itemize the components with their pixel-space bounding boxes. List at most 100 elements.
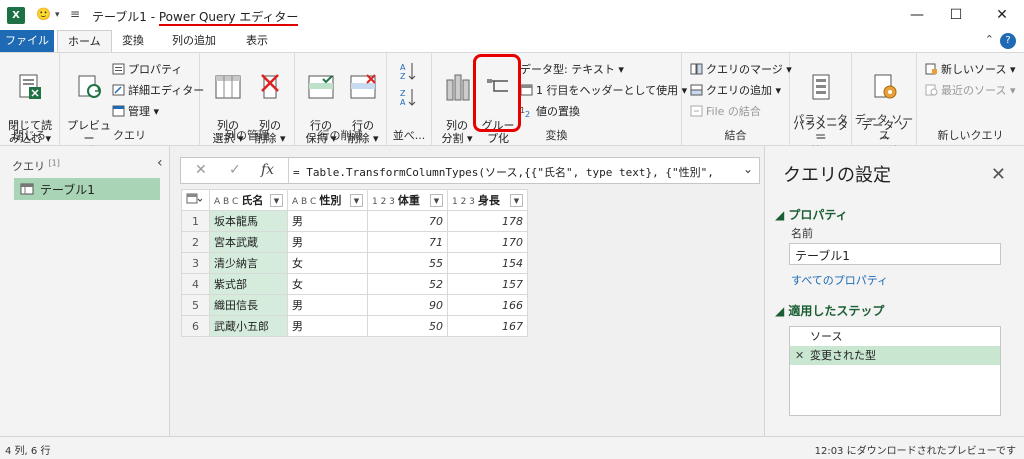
combine-files-button[interactable]: File の結合 bbox=[690, 103, 761, 119]
column-header-height[interactable]: 1 2 3 身長 ▼ bbox=[447, 189, 528, 211]
query-name-input[interactable]: テーブル1 bbox=[789, 243, 1001, 265]
cell-sex[interactable]: 女 bbox=[287, 273, 368, 295]
text-type-icon[interactable]: A B C bbox=[292, 197, 316, 207]
row-number: 2 bbox=[181, 231, 210, 253]
cell-weight[interactable]: 50 bbox=[367, 315, 448, 337]
cell-sex[interactable]: 男 bbox=[287, 315, 368, 337]
smiley-icon[interactable]: 🙂 bbox=[36, 7, 51, 21]
close-button[interactable]: ✕ bbox=[992, 5, 1012, 25]
query-item-table1[interactable]: テーブル1 bbox=[14, 178, 160, 200]
data-source-settings-button[interactable]: データ ソー ス設定 bbox=[856, 59, 914, 158]
number-type-icon[interactable]: 1 2 3 bbox=[452, 197, 475, 207]
properties-section-header[interactable]: ◢ プロパティ bbox=[775, 206, 848, 223]
recent-sources-label: 最近のソース ▾ bbox=[941, 84, 1016, 97]
cell-sex[interactable]: 男 bbox=[287, 231, 368, 253]
cell-name[interactable]: 宮本武蔵 bbox=[209, 231, 288, 253]
excel-icon[interactable]: X bbox=[7, 7, 25, 24]
qat-customize-icon[interactable]: ≡ bbox=[70, 7, 80, 21]
cell-height[interactable]: 178 bbox=[447, 210, 528, 232]
formula-separator bbox=[288, 158, 289, 183]
queries-header: クエリ [1] bbox=[12, 158, 60, 174]
number-type-icon[interactable]: 1 2 3 bbox=[372, 197, 395, 207]
cell-name[interactable]: 清少納言 bbox=[209, 252, 288, 274]
advanced-editor-button[interactable]: 詳細エディター bbox=[112, 82, 204, 98]
column-header-name[interactable]: A B C 氏名 ▼ bbox=[209, 189, 288, 211]
step-source[interactable]: ソース bbox=[790, 327, 1000, 346]
applied-steps-header[interactable]: ◢ 適用したステップ bbox=[775, 302, 884, 319]
properties-label: プロパティ bbox=[128, 63, 183, 76]
recent-sources-button[interactable]: 最近のソース ▾ bbox=[925, 82, 1015, 98]
cell-sex[interactable]: 女 bbox=[287, 252, 368, 274]
filter-dropdown-icon[interactable]: ▼ bbox=[510, 194, 523, 207]
cell-height[interactable]: 166 bbox=[447, 294, 528, 316]
merge-queries-button[interactable]: クエリのマージ ▾ bbox=[690, 61, 792, 77]
formula-text[interactable]: = Table.TransformColumnTypes(ソース,{{"氏名",… bbox=[293, 164, 714, 180]
expand-formula-icon[interactable]: ⌄ bbox=[743, 162, 753, 176]
close-settings-icon[interactable]: ✕ bbox=[991, 164, 1006, 185]
refresh-preview-button[interactable]: プレビュー の更新 ▾ bbox=[64, 59, 114, 158]
sort-desc-icon: ZA bbox=[400, 89, 416, 107]
cell-height[interactable]: 157 bbox=[447, 273, 528, 295]
cell-height[interactable]: 170 bbox=[447, 231, 528, 253]
group-data-source: データ ソー ス設定 データ ソース bbox=[852, 53, 917, 158]
cell-weight[interactable]: 52 bbox=[367, 273, 448, 295]
filter-dropdown-icon[interactable]: ▼ bbox=[270, 194, 283, 207]
svg-text:Z: Z bbox=[400, 89, 406, 98]
manage-button[interactable]: 管理 ▾ bbox=[112, 103, 159, 119]
all-properties-link[interactable]: すべてのプロパティ bbox=[791, 272, 888, 288]
manage-parameters-button[interactable]: パラメーター の管理 ▾ bbox=[792, 59, 850, 158]
new-source-icon bbox=[925, 63, 937, 75]
parameters-icon bbox=[806, 72, 836, 102]
collapse-ribbon-icon[interactable]: ⌃ bbox=[985, 33, 994, 46]
cell-name[interactable]: 武蔵小五郎 bbox=[209, 315, 288, 337]
keep-rows-icon bbox=[306, 72, 336, 102]
help-icon[interactable]: ? bbox=[1000, 33, 1016, 49]
table-menu-icon[interactable] bbox=[181, 189, 210, 211]
tab-file[interactable]: ファイル bbox=[0, 30, 54, 52]
column-header-sex[interactable]: A B C 性別 ▼ bbox=[287, 189, 368, 211]
confirm-icon[interactable]: ✓ bbox=[229, 162, 241, 178]
replace-values-button[interactable]: 12 値の置換 bbox=[520, 103, 580, 119]
cell-height[interactable]: 167 bbox=[447, 315, 528, 337]
use-first-row-as-headers-button[interactable]: 1 行目をヘッダーとして使用 ▾ bbox=[520, 82, 687, 98]
manage-label: 管理 ▾ bbox=[128, 105, 160, 118]
tab-transform[interactable]: 変換 bbox=[112, 30, 154, 52]
properties-button[interactable]: プロパティ bbox=[112, 61, 182, 77]
filter-dropdown-icon[interactable]: ▼ bbox=[430, 194, 443, 207]
delete-step-icon[interactable]: ✕ bbox=[795, 346, 804, 365]
cell-sex[interactable]: 男 bbox=[287, 210, 368, 232]
formula-bar: ✕ ✓ fx = Table.TransformColumnTypes(ソース,… bbox=[180, 157, 760, 184]
filter-dropdown-icon[interactable]: ▼ bbox=[350, 194, 363, 207]
minimize-button[interactable]: — bbox=[907, 5, 927, 25]
cell-weight[interactable]: 70 bbox=[367, 210, 448, 232]
cancel-icon[interactable]: ✕ bbox=[195, 162, 207, 178]
collapse-pane-icon[interactable]: ‹ bbox=[157, 155, 163, 171]
cell-name[interactable]: 織田信長 bbox=[209, 294, 288, 316]
step-changed-type[interactable]: ✕ 変更された型 bbox=[790, 346, 1000, 365]
query-item-label: テーブル1 bbox=[40, 182, 95, 197]
qat-dropdown-icon[interactable]: ▾ bbox=[55, 10, 60, 20]
sort-ascending-button[interactable]: AZ bbox=[399, 61, 417, 81]
group-label-query: クエリ bbox=[113, 129, 146, 142]
cell-weight[interactable]: 71 bbox=[367, 231, 448, 253]
tab-view[interactable]: 表示 bbox=[236, 30, 278, 52]
append-queries-button[interactable]: クエリの追加 ▾ bbox=[690, 82, 781, 98]
cell-name[interactable]: 坂本龍馬 bbox=[209, 210, 288, 232]
status-row-col-count: 4 列, 6 行 bbox=[5, 446, 51, 457]
tab-home[interactable]: ホーム bbox=[57, 30, 112, 52]
new-source-button[interactable]: 新しいソース ▾ bbox=[925, 61, 1015, 77]
sort-descending-button[interactable]: ZA bbox=[399, 87, 417, 107]
column-header-weight[interactable]: 1 2 3 体重 ▼ bbox=[367, 189, 448, 211]
cell-name[interactable]: 紫式部 bbox=[209, 273, 288, 295]
cell-sex[interactable]: 男 bbox=[287, 294, 368, 316]
data-type-dropdown[interactable]: データ型: テキスト ▾ bbox=[520, 61, 624, 77]
tab-add-column[interactable]: 列の追加 bbox=[162, 30, 226, 52]
cell-weight[interactable]: 90 bbox=[367, 294, 448, 316]
cell-weight[interactable]: 55 bbox=[367, 252, 448, 274]
text-type-icon[interactable]: A B C bbox=[214, 197, 238, 207]
ribbon-tabs: ファイル ホーム 変換 列の追加 表示 bbox=[0, 30, 1024, 52]
fx-icon[interactable]: fx bbox=[261, 162, 274, 178]
cell-height[interactable]: 154 bbox=[447, 252, 528, 274]
maximize-button[interactable]: ☐ bbox=[946, 5, 966, 25]
group-query: プレビュー の更新 ▾ プロパティ 詳細エディター 管理 ▾ クエリ bbox=[60, 53, 204, 158]
